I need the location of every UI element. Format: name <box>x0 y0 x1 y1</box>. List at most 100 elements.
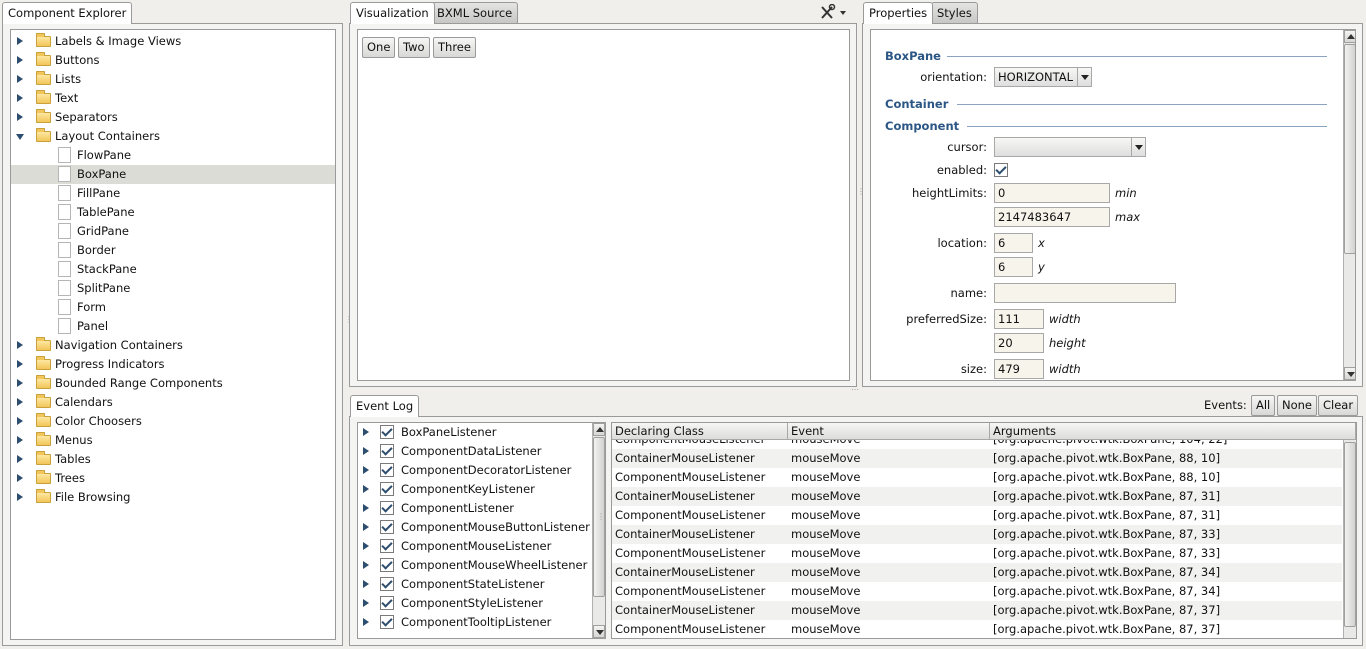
tree-folder-item[interactable]: Calendars <box>11 393 335 412</box>
chevron-right-icon[interactable] <box>17 417 23 425</box>
table-row[interactable]: ComponentMouseListener mouseMove [org.apac… <box>612 468 1342 487</box>
listener-checkbox[interactable] <box>380 482 394 496</box>
tree-leaf-item[interactable]: FillPane <box>11 184 335 203</box>
tree-folder-item[interactable]: Labels & Image Views <box>11 32 335 51</box>
tree-folder-item[interactable]: Color Choosers <box>11 412 335 431</box>
column-header-arguments[interactable]: Arguments <box>990 423 1356 440</box>
chevron-right-icon[interactable] <box>363 466 369 474</box>
table-row[interactable]: ContainerMouseListener mouseMove [org.apac… <box>612 563 1342 582</box>
events-none-button[interactable]: None <box>1277 395 1318 416</box>
chevron-right-icon[interactable] <box>17 75 23 83</box>
scroll-thumb[interactable] <box>1344 442 1356 627</box>
listener-checkbox[interactable] <box>380 501 394 515</box>
tools-menu-button[interactable] <box>820 3 850 20</box>
demo-button-one[interactable]: One <box>362 37 396 58</box>
listener-checkbox[interactable] <box>380 558 394 572</box>
table-row[interactable]: ComponentMouseListener mouseMove [org.apac… <box>612 620 1342 638</box>
table-row[interactable]: ComponentMouseListener mouseMove [org.apac… <box>612 544 1342 563</box>
chevron-right-icon[interactable] <box>363 447 369 455</box>
scroll-thumb[interactable] <box>1344 44 1355 254</box>
tree-leaf-item[interactable]: Form <box>11 298 335 317</box>
size-width-input[interactable]: 479 <box>994 359 1044 379</box>
chevron-right-icon[interactable] <box>17 455 23 463</box>
properties-scrollbar[interactable] <box>1343 30 1355 380</box>
height-limits-max-input[interactable]: 2147483647 <box>994 207 1110 227</box>
listener-checkbox[interactable] <box>380 425 394 439</box>
chevron-right-icon[interactable] <box>363 504 369 512</box>
chevron-right-icon[interactable] <box>17 341 23 349</box>
scroll-up-button[interactable] <box>1344 30 1355 43</box>
listener-item[interactable]: ComponentListener <box>358 499 591 518</box>
split-handle-vertical-3[interactable]: ⋮ <box>597 513 605 521</box>
chevron-right-icon[interactable] <box>17 113 23 121</box>
chevron-right-icon[interactable] <box>17 436 23 444</box>
scroll-down-button[interactable] <box>593 625 605 638</box>
name-input[interactable] <box>994 283 1176 303</box>
table-row[interactable]: ContainerMouseListener mouseMove [org.apac… <box>612 601 1342 620</box>
preferred-width-input[interactable]: 111 <box>994 309 1044 329</box>
listener-checkbox[interactable] <box>380 444 394 458</box>
chevron-right-icon[interactable] <box>363 542 369 550</box>
demo-button-three[interactable]: Three <box>433 37 476 58</box>
table-row[interactable]: ContainerMouseListener mouseMove [org.apac… <box>612 525 1342 544</box>
chevron-right-icon[interactable] <box>17 56 23 64</box>
tree-folder-item[interactable]: Navigation Containers <box>11 336 335 355</box>
listener-item[interactable]: ComponentStyleListener <box>358 594 591 613</box>
listener-checkbox[interactable] <box>380 520 394 534</box>
scroll-up-button[interactable] <box>593 423 605 436</box>
table-row[interactable]: ComponentMouseListener mouseMove [org.apac… <box>612 582 1342 601</box>
chevron-right-icon[interactable] <box>363 428 369 436</box>
chevron-right-icon[interactable] <box>17 360 23 368</box>
tab-styles[interactable]: Styles <box>931 2 978 23</box>
tree-folder-item[interactable]: Separators <box>11 108 335 127</box>
chevron-right-icon[interactable] <box>363 599 369 607</box>
tree-leaf-item[interactable]: GridPane <box>11 222 335 241</box>
chevron-right-icon[interactable] <box>17 94 23 102</box>
tree-folder-item[interactable]: Layout Containers <box>11 127 335 146</box>
chevron-right-icon[interactable] <box>17 493 23 501</box>
tree-leaf-item[interactable]: SplitPane <box>11 279 335 298</box>
events-all-button[interactable]: All <box>1251 395 1276 416</box>
tree-folder-item[interactable]: Progress Indicators <box>11 355 335 374</box>
preferred-height-input[interactable]: 20 <box>994 333 1044 353</box>
listener-checkbox[interactable] <box>380 463 394 477</box>
listener-item[interactable]: ComponentMouseWheelListener <box>358 556 591 575</box>
listener-item[interactable]: ComponentStateListener <box>358 575 591 594</box>
listener-scrollbar[interactable] <box>592 423 605 638</box>
listener-checkbox[interactable] <box>380 596 394 610</box>
listener-checkbox[interactable] <box>380 539 394 553</box>
tree-leaf-item[interactable]: Panel <box>11 317 335 336</box>
tree-leaf-item[interactable]: Border <box>11 241 335 260</box>
chevron-right-icon[interactable] <box>363 523 369 531</box>
listener-item[interactable]: ComponentDecoratorListener <box>358 461 591 480</box>
scroll-down-button[interactable] <box>1344 367 1355 380</box>
chevron-right-icon[interactable] <box>363 485 369 493</box>
chevron-right-icon[interactable] <box>17 398 23 406</box>
tree-folder-item[interactable]: Lists <box>11 70 335 89</box>
chevron-right-icon[interactable] <box>363 580 369 588</box>
events-clear-button[interactable]: Clear <box>1318 395 1359 416</box>
column-header-declaring-class[interactable]: Declaring Class <box>612 423 788 440</box>
listener-item[interactable]: ComponentTooltipListener <box>358 613 591 632</box>
tree-folder-item[interactable]: Trees <box>11 469 335 488</box>
listener-item[interactable]: ComponentMouseButtonListener <box>358 518 591 537</box>
tree-folder-item[interactable]: Buttons <box>11 51 335 70</box>
demo-button-two[interactable]: Two <box>398 37 430 58</box>
listener-item[interactable]: ComponentKeyListener <box>358 480 591 499</box>
chevron-right-icon[interactable] <box>363 561 369 569</box>
listener-item[interactable]: BoxPaneListener <box>358 423 591 442</box>
table-row[interactable]: ContainerMouseListener mouseMove [org.apac… <box>612 487 1342 506</box>
location-y-input[interactable]: 6 <box>994 257 1033 277</box>
tab-event-log[interactable]: Event Log <box>350 395 420 417</box>
table-row[interactable]: ComponentMouseListener mouseMove [org.apac… <box>612 440 1342 449</box>
tree-leaf-item[interactable]: TablePane <box>11 203 335 222</box>
tab-bxml-source[interactable]: BXML Source <box>431 2 519 23</box>
listener-item[interactable]: ComponentMouseListener <box>358 537 591 556</box>
table-row[interactable]: ComponentMouseListener mouseMove [org.apac… <box>612 506 1342 525</box>
tab-visualization[interactable]: Visualization <box>350 2 435 24</box>
tree-folder-item[interactable]: Tables <box>11 450 335 469</box>
table-row[interactable]: ContainerMouseListener mouseMove [org.apac… <box>612 449 1342 468</box>
split-handle-horizontal[interactable]: ⋯ <box>851 386 859 394</box>
listener-checkbox[interactable] <box>380 615 394 629</box>
chevron-down-icon[interactable] <box>16 134 24 140</box>
